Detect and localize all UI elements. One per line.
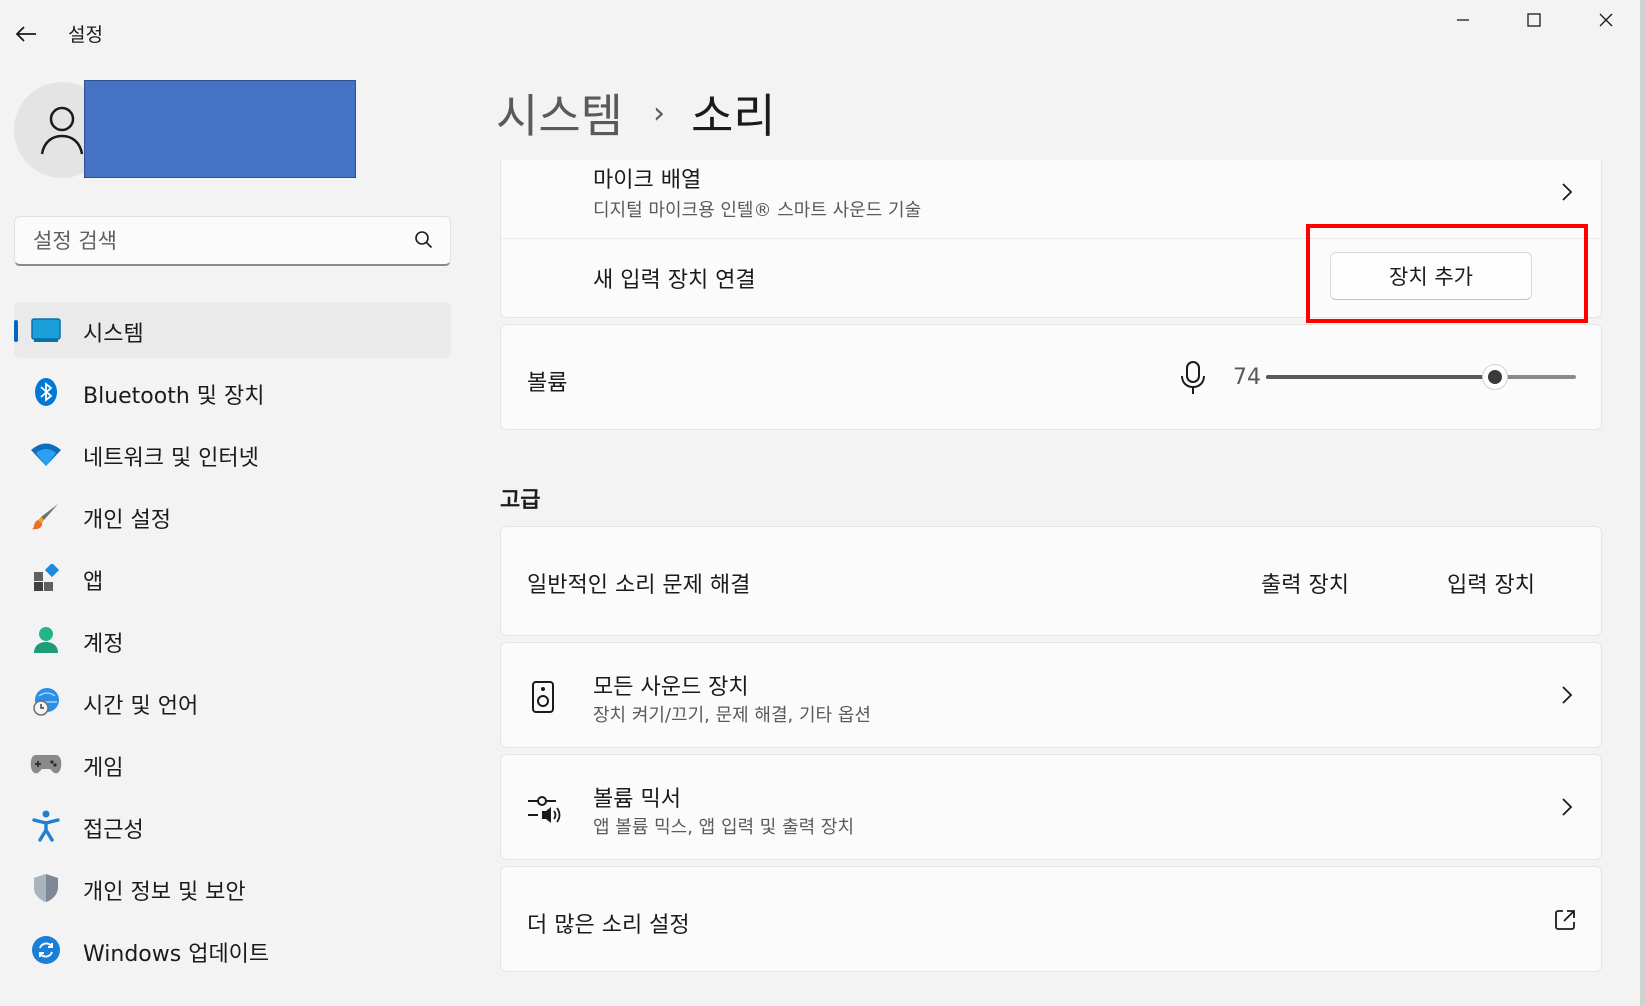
shield-icon — [30, 872, 62, 904]
sidebar-item-personalization[interactable]: 개인 설정 — [14, 488, 451, 544]
brush-icon — [30, 500, 62, 532]
sidebar-item-system[interactable]: 시스템 — [14, 302, 451, 358]
sidebar-item-label: Windows 업데이트 — [83, 942, 270, 967]
volume-mixer-title: 볼륨 믹서 — [593, 787, 681, 812]
user-info-redacted — [84, 80, 356, 178]
volume-mixer-card[interactable]: 볼륨 믹서 앱 볼륨 믹스, 앱 입력 및 출력 장치 — [500, 754, 1602, 860]
all-sound-devices-subtitle: 장치 켜기/끄기, 문제 해결, 기타 옵션 — [593, 705, 871, 726]
settings-search — [14, 216, 451, 266]
sidebar-item-network[interactable]: 네트워크 및 인터넷 — [14, 426, 451, 482]
apps-icon — [30, 562, 62, 594]
sidebar-item-windows-update[interactable]: Windows 업데이트 — [14, 922, 451, 978]
sidebar-item-label: 개인 정보 및 보안 — [83, 880, 246, 905]
sidebar-item-label: 게임 — [83, 756, 124, 781]
mic-array-title: 마이크 배열 — [593, 168, 702, 193]
open-external-icon — [1553, 908, 1577, 936]
breadcrumb: 시스템 › 소리 — [496, 80, 776, 146]
breadcrumb-parent[interactable]: 시스템 — [496, 80, 623, 146]
chevron-right-icon — [1555, 180, 1579, 204]
volume-value: 74 — [1233, 365, 1261, 390]
sidebar-item-label: 접근성 — [83, 818, 144, 843]
search-icon[interactable] — [414, 230, 434, 254]
active-indicator — [14, 320, 18, 342]
troubleshoot-label: 일반적인 소리 문제 해결 — [527, 573, 751, 598]
account-icon — [30, 624, 62, 656]
sidebar-item-label: 앱 — [83, 570, 104, 595]
minimize-icon — [1457, 19, 1469, 21]
breadcrumb-separator: › — [652, 95, 665, 131]
back-button[interactable] — [10, 18, 42, 50]
sidebar-item-label: 계정 — [83, 632, 124, 657]
more-sound-settings-card[interactable]: 더 많은 소리 설정 — [500, 866, 1602, 972]
system-icon — [30, 314, 62, 346]
slider-thumb-dot — [1488, 370, 1503, 384]
speaker-icon — [531, 680, 555, 718]
gamepad-icon — [30, 748, 62, 780]
microphone-icon[interactable] — [1179, 360, 1207, 400]
more-sound-settings-label: 더 많은 소리 설정 — [527, 913, 690, 938]
close-button[interactable] — [1570, 0, 1642, 40]
maximize-icon — [1527, 13, 1541, 27]
sidebar-item-apps[interactable]: 앱 — [14, 550, 451, 606]
sidebar-item-label: 네트워크 및 인터넷 — [83, 446, 259, 471]
sidebar-item-bluetooth[interactable]: Bluetooth 및 장치 — [14, 364, 451, 420]
scrollbar[interactable] — [1640, 0, 1645, 1006]
update-icon — [30, 934, 62, 966]
sidebar-item-label: 시스템 — [83, 322, 144, 347]
sidebar-item-label: 개인 설정 — [83, 508, 171, 533]
search-input[interactable] — [31, 226, 395, 256]
volume-mixer-subtitle: 앱 볼륨 믹스, 앱 입력 및 출력 장치 — [593, 817, 855, 838]
minimize-button[interactable] — [1427, 0, 1499, 40]
troubleshoot-card: 일반적인 소리 문제 해결 출력 장치 입력 장치 — [500, 526, 1602, 636]
maximize-button[interactable] — [1498, 0, 1570, 40]
output-device-link[interactable]: 출력 장치 — [1261, 567, 1349, 599]
all-sound-devices-card[interactable]: 모든 사운드 장치 장치 켜기/끄기, 문제 해결, 기타 옵션 — [500, 642, 1602, 748]
back-arrow-icon — [15, 26, 36, 42]
sidebar-item-accounts[interactable]: 계정 — [14, 612, 451, 668]
input-device-link[interactable]: 입력 장치 — [1447, 567, 1535, 599]
highlight-box — [1306, 224, 1588, 323]
sidebar-item-label: Bluetooth 및 장치 — [83, 384, 265, 409]
all-sound-devices-title: 모든 사운드 장치 — [593, 675, 749, 700]
mic-array-subtitle: 디지털 마이크용 인텔® 스마트 사운드 기술 — [593, 200, 922, 221]
chevron-right-icon — [1555, 795, 1579, 819]
mixer-icon — [527, 793, 561, 829]
person-icon — [40, 106, 84, 155]
sidebar-item-gaming[interactable]: 게임 — [14, 736, 451, 792]
page-title: 소리 — [690, 89, 776, 143]
sidebar-item-label: 시간 및 언어 — [83, 694, 199, 719]
wifi-icon — [30, 438, 62, 470]
accessibility-icon — [30, 810, 62, 842]
section-heading-advanced: 고급 — [500, 488, 541, 513]
chevron-right-icon — [1555, 683, 1579, 707]
title-bar: 설정 — [0, 0, 1645, 64]
time-language-icon — [30, 686, 62, 718]
volume-slider-fill — [1266, 375, 1496, 379]
bluetooth-icon — [30, 376, 62, 408]
close-icon — [1599, 13, 1613, 27]
connect-input-label: 새 입력 장치 연결 — [593, 268, 756, 293]
app-title: 설정 — [68, 24, 103, 46]
sidebar-item-privacy[interactable]: 개인 정보 및 보안 — [14, 860, 451, 916]
sidebar-item-time-language[interactable]: 시간 및 언어 — [14, 674, 451, 730]
volume-label: 볼륨 — [527, 371, 568, 396]
sidebar-item-accessibility[interactable]: 접근성 — [14, 798, 451, 854]
